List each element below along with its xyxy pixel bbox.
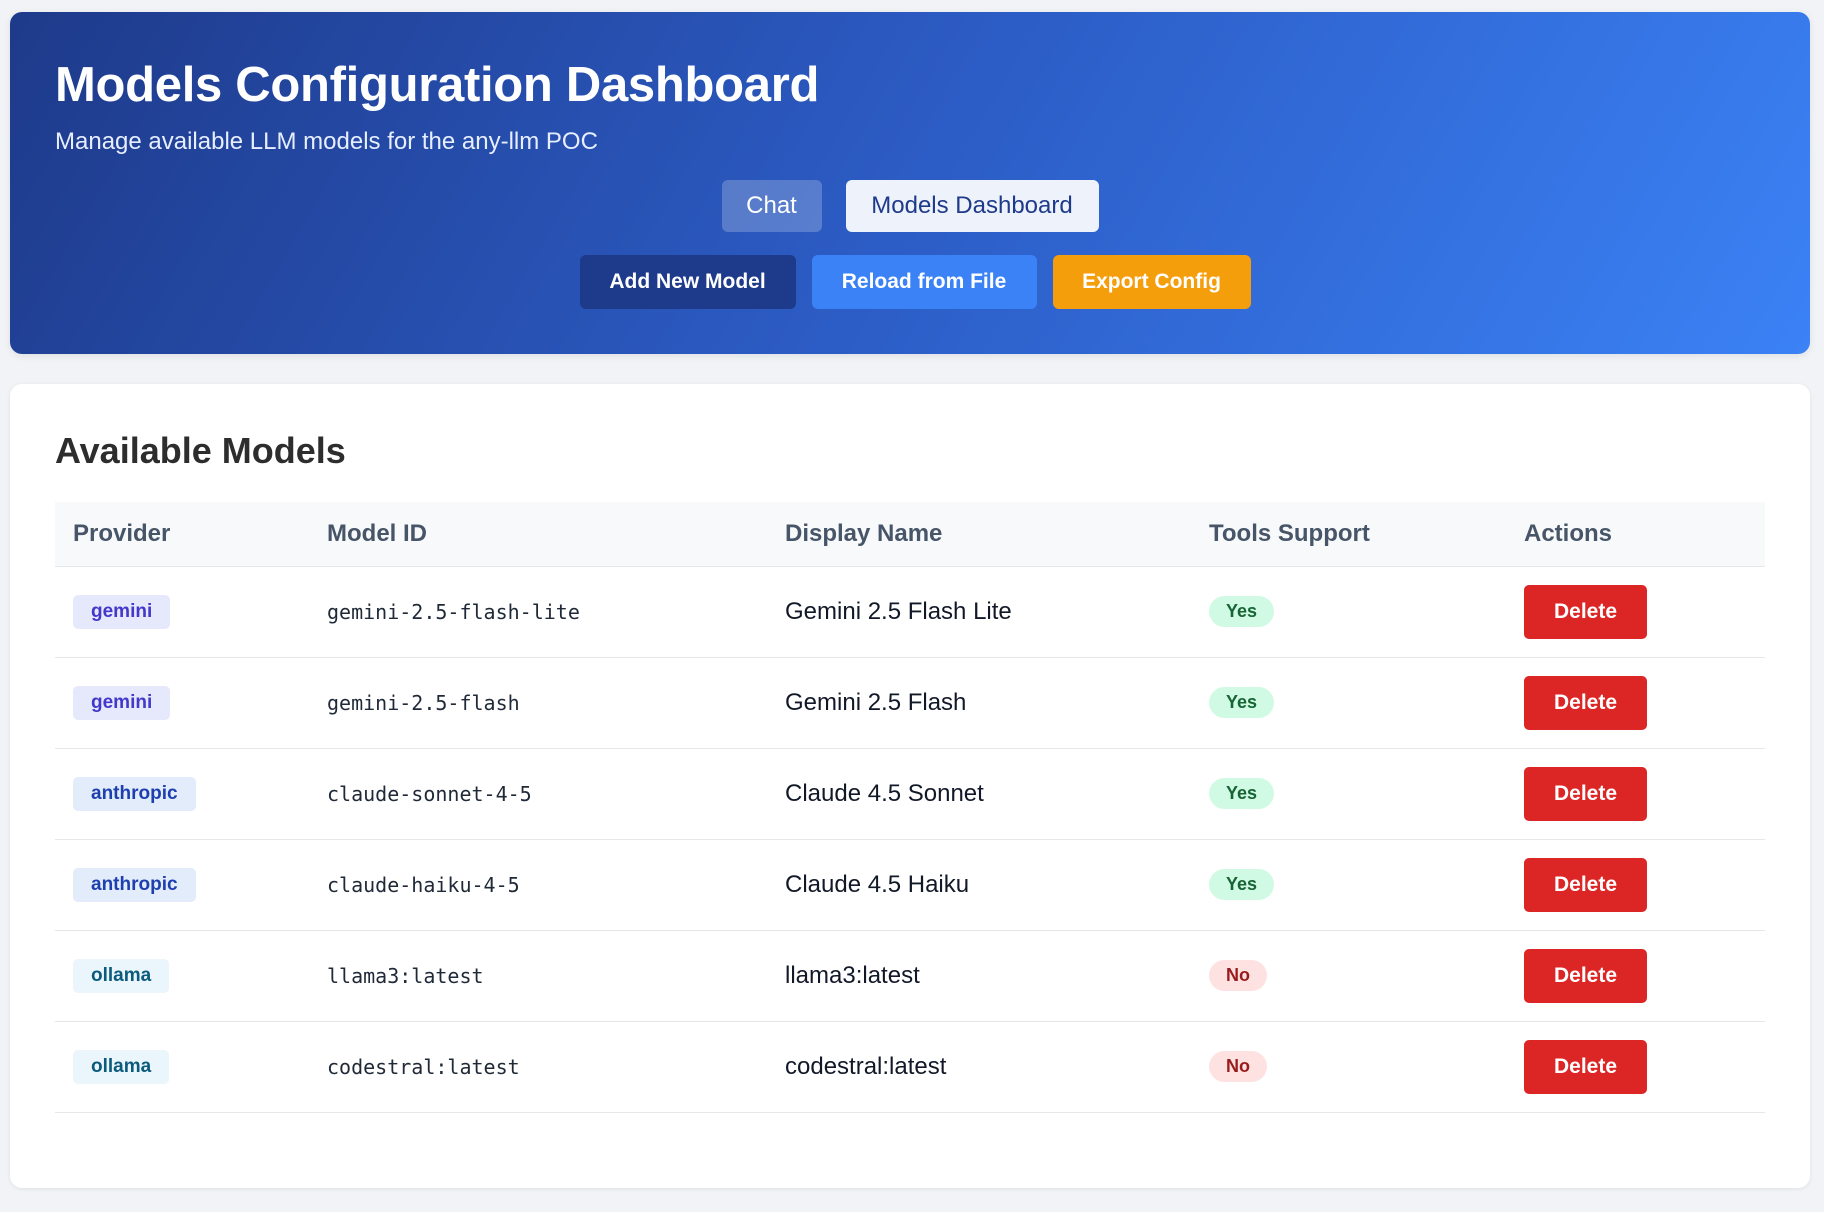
- table-row: ollama codestral:latest codestral:latest…: [55, 1021, 1765, 1113]
- nav-models-dashboard-button[interactable]: Models Dashboard: [845, 180, 1099, 232]
- export-config-button[interactable]: Export Config: [1052, 255, 1251, 309]
- model-id: gemini-2.5-flash-lite: [327, 599, 580, 624]
- reload-from-file-button[interactable]: Reload from File: [811, 255, 1037, 309]
- table-row: gemini gemini-2.5-flash-lite Gemini 2.5 …: [55, 566, 1765, 658]
- display-name: Gemini 2.5 Flash Lite: [785, 597, 1012, 625]
- provider-badge: anthropic: [73, 776, 196, 811]
- display-name: Claude 4.5 Haiku: [785, 870, 970, 898]
- display-name: Claude 4.5 Sonnet: [785, 779, 984, 807]
- table-row: anthropic claude-haiku-4-5 Claude 4.5 Ha…: [55, 839, 1765, 931]
- models-panel: Available Models Provider Model ID Displ…: [10, 384, 1810, 1188]
- section-title: Available Models: [55, 430, 346, 471]
- tools-support-badge: No: [1209, 960, 1267, 991]
- model-id: claude-haiku-4-5: [327, 872, 520, 897]
- action-bar: Add New Model Reload from File Export Co…: [10, 255, 1810, 309]
- page-subtitle: Manage available LLM models for the any-…: [55, 128, 598, 155]
- tools-support-badge: Yes: [1209, 596, 1275, 627]
- model-id: claude-sonnet-4-5: [327, 781, 532, 806]
- table-row: gemini gemini-2.5-flash Gemini 2.5 Flash…: [55, 657, 1765, 749]
- add-new-model-button[interactable]: Add New Model: [579, 255, 796, 309]
- top-nav: Chat Models Dashboard: [10, 180, 1810, 232]
- tools-support-badge: Yes: [1209, 778, 1275, 809]
- provider-badge: ollama: [73, 1049, 170, 1084]
- display-name: llama3:latest: [785, 961, 920, 989]
- model-id: llama3:latest: [327, 963, 484, 988]
- provider-badge: anthropic: [73, 867, 196, 902]
- models-table: Provider Model ID Display Name Tools Sup…: [55, 502, 1765, 1113]
- delete-button[interactable]: Delete: [1524, 857, 1647, 912]
- model-id: gemini-2.5-flash: [327, 690, 520, 715]
- tools-support-badge: Yes: [1209, 687, 1275, 718]
- delete-button[interactable]: Delete: [1524, 1039, 1647, 1094]
- column-header-tools-support: Tools Support: [1191, 502, 1506, 567]
- tools-support-badge: Yes: [1209, 869, 1275, 900]
- column-header-model-id: Model ID: [309, 502, 767, 567]
- provider-badge: ollama: [73, 958, 170, 993]
- table-header-row: Provider Model ID Display Name Tools Sup…: [55, 502, 1765, 567]
- page-title: Models Configuration Dashboard: [55, 58, 820, 112]
- column-header-provider: Provider: [55, 502, 309, 567]
- table-row: anthropic claude-sonnet-4-5 Claude 4.5 S…: [55, 748, 1765, 840]
- delete-button[interactable]: Delete: [1524, 948, 1647, 1003]
- display-name: Gemini 2.5 Flash: [785, 688, 967, 716]
- delete-button[interactable]: Delete: [1524, 766, 1647, 821]
- tools-support-badge: No: [1209, 1051, 1267, 1082]
- provider-badge: gemini: [73, 685, 171, 720]
- dashboard-header: Models Configuration Dashboard Manage av…: [10, 12, 1810, 354]
- delete-button[interactable]: Delete: [1524, 675, 1647, 730]
- table-row: ollama llama3:latest llama3:latest No De…: [55, 930, 1765, 1022]
- nav-chat-button[interactable]: Chat: [721, 180, 822, 232]
- delete-button[interactable]: Delete: [1524, 584, 1647, 639]
- display-name: codestral:latest: [785, 1052, 947, 1080]
- model-id: codestral:latest: [327, 1054, 520, 1079]
- column-header-actions: Actions: [1506, 502, 1765, 567]
- provider-badge: gemini: [73, 594, 171, 629]
- column-header-display-name: Display Name: [767, 502, 1191, 567]
